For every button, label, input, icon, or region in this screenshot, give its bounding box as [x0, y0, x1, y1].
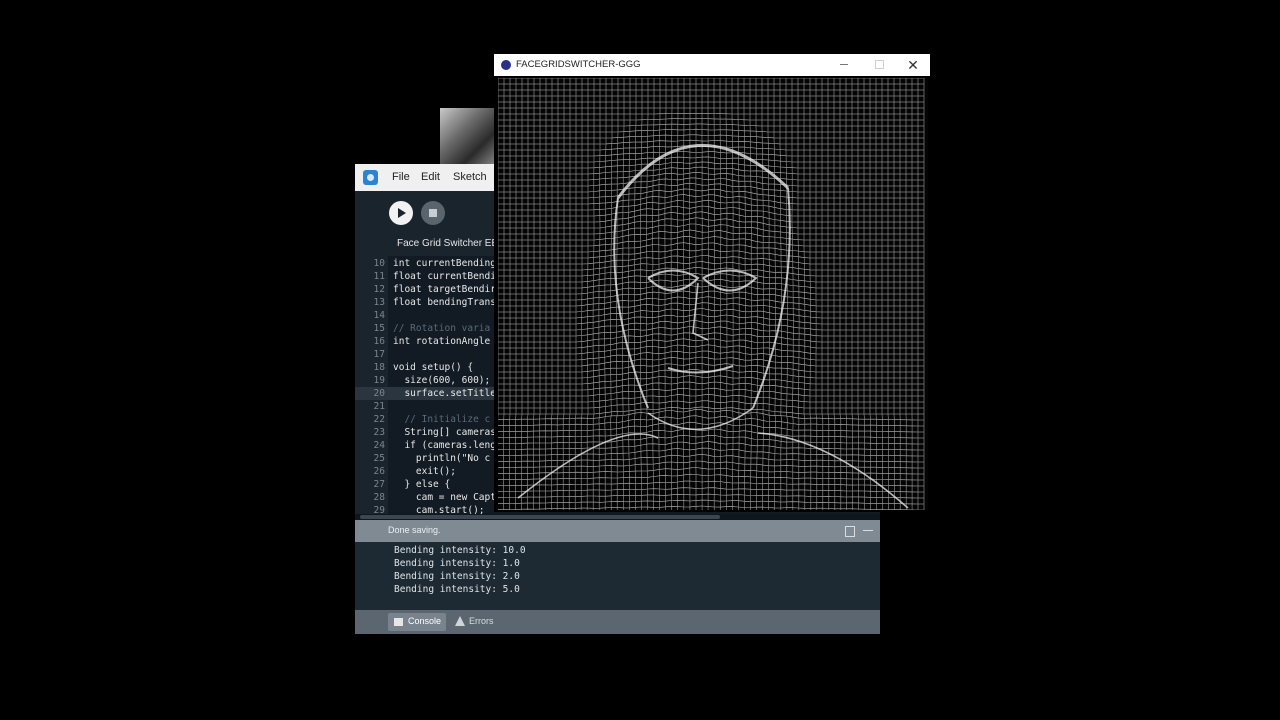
- console-tab-bar: Console Errors: [355, 610, 880, 634]
- face-grid-mesh: [497, 77, 925, 511]
- console-line: Bending intensity: 1.0: [394, 558, 520, 569]
- menu-sketch[interactable]: Sketch: [453, 171, 487, 183]
- scrollbar-thumb[interactable]: [360, 515, 720, 519]
- tab-errors-label: Errors: [469, 616, 494, 626]
- line-number: 16: [373, 336, 385, 347]
- console-output: Bending intensity: 10.0 Bending intensit…: [355, 542, 880, 610]
- line-number: 23: [373, 427, 385, 438]
- maximize-button[interactable]: [875, 60, 884, 69]
- stop-button[interactable]: [421, 201, 445, 225]
- code-text: float targetBendir: [393, 284, 496, 295]
- line-number: 22: [373, 414, 385, 425]
- console-line: Bending intensity: 10.0: [394, 545, 526, 556]
- code-text: // Initialize c: [393, 414, 491, 425]
- code-text: float bendingTrans: [393, 297, 496, 308]
- webcam-preview-fragment: [440, 108, 496, 165]
- sketch-canvas[interactable]: [497, 77, 928, 511]
- code-text: exit();: [393, 466, 456, 477]
- line-number: 27: [373, 479, 385, 490]
- line-number: 26: [373, 466, 385, 477]
- code-text: String[] cameras: [393, 427, 496, 438]
- sketch-window: FACEGRIDSWITCHER-GGG ✕: [494, 54, 930, 512]
- menu-edit[interactable]: Edit: [421, 171, 440, 183]
- minimize-button[interactable]: [840, 64, 848, 65]
- line-number: 12: [373, 284, 385, 295]
- tab-console[interactable]: Console: [388, 613, 446, 631]
- status-bar: Done saving.: [355, 520, 880, 542]
- code-text: float currentBendi: [393, 271, 496, 282]
- code-text: } else {: [393, 479, 451, 490]
- grid-horizontal-lines: [497, 77, 924, 511]
- console-icon: [394, 618, 403, 626]
- code-text: int currentBending: [393, 258, 496, 269]
- run-button[interactable]: [389, 201, 413, 225]
- copy-icon[interactable]: [845, 526, 855, 537]
- code-text: surface.setTitle: [393, 388, 496, 399]
- line-number: 13: [373, 297, 385, 308]
- line-number: 10: [373, 258, 385, 269]
- line-number: 14: [373, 310, 385, 321]
- face-feature-stroke: [667, 365, 734, 374]
- tab-console-label: Console: [408, 616, 442, 626]
- code-text: cam = new Capt: [393, 492, 496, 503]
- line-number: 18: [373, 362, 385, 373]
- code-text: size(600, 600);: [393, 375, 491, 386]
- line-number: 20: [373, 388, 385, 399]
- line-number: 28: [373, 492, 385, 503]
- line-number: 17: [373, 349, 385, 360]
- sketch-app-icon: [501, 60, 511, 70]
- processing-logo-icon: [363, 170, 378, 185]
- code-text: // Rotation varia: [393, 323, 491, 334]
- face-feature-stroke: [613, 197, 649, 409]
- line-number: 21: [373, 401, 385, 412]
- code-text: void setup() {: [393, 362, 474, 373]
- line-number: 24: [373, 440, 385, 451]
- line-number: 15: [373, 323, 385, 334]
- line-number: 11: [373, 271, 385, 282]
- code-text: println("No c: [393, 453, 491, 464]
- sketch-titlebar[interactable]: FACEGRIDSWITCHER-GGG ✕: [494, 54, 930, 76]
- code-text: if (cameras.leng: [393, 440, 496, 451]
- close-button[interactable]: ✕: [905, 56, 921, 74]
- code-text: int rotationAngle: [393, 336, 491, 347]
- sketch-title: FACEGRIDSWITCHER-GGG: [516, 59, 641, 70]
- clear-console-icon[interactable]: [863, 530, 873, 531]
- menu-file[interactable]: File: [392, 171, 410, 183]
- console-line: Bending intensity: 5.0: [394, 584, 520, 595]
- console-line: Bending intensity: 2.0: [394, 571, 520, 582]
- tab-errors[interactable]: Errors: [453, 613, 503, 631]
- warning-icon: [455, 616, 465, 626]
- status-message: Done saving.: [388, 525, 441, 535]
- line-number: 25: [373, 453, 385, 464]
- line-number: 19: [373, 375, 385, 386]
